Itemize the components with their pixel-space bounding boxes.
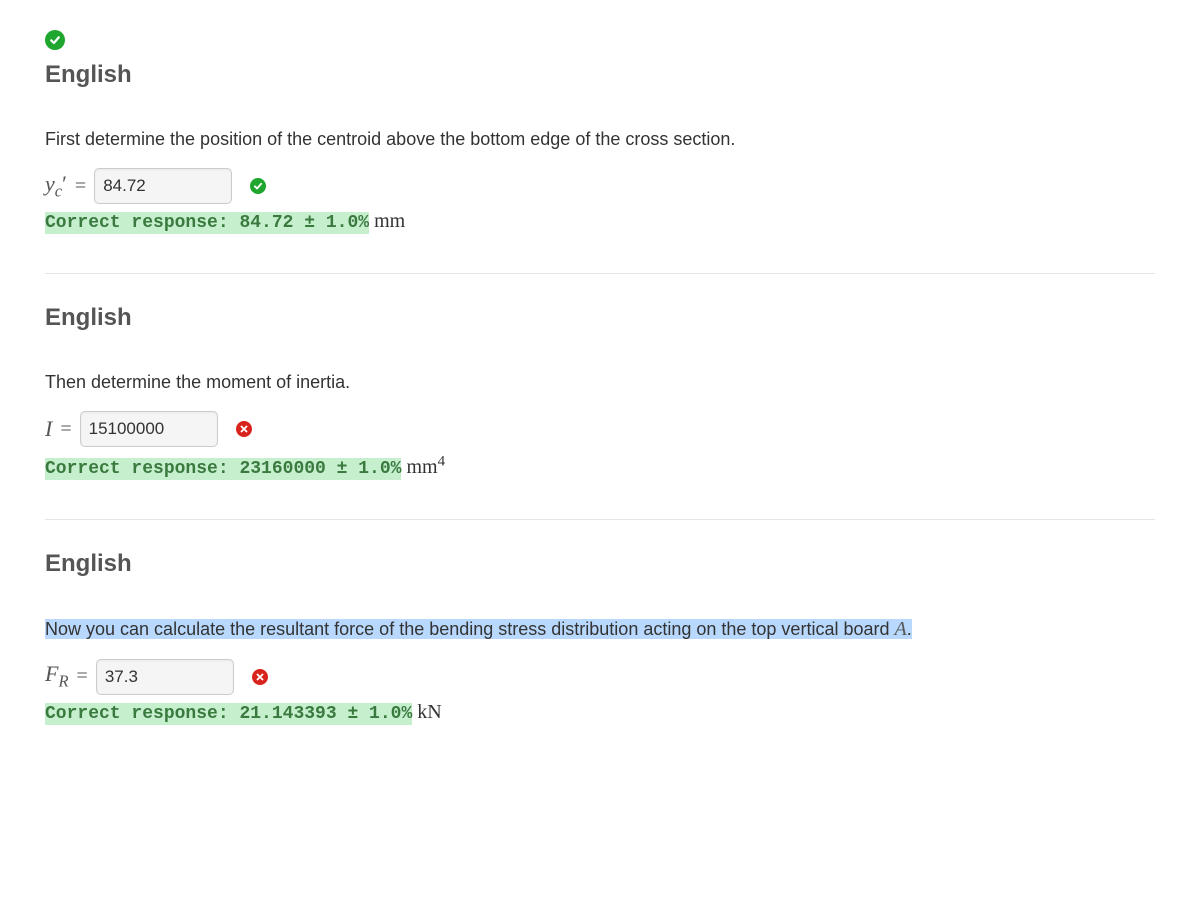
page-status (45, 30, 1155, 51)
question-prompt: Then determine the moment of inertia. (45, 372, 1155, 393)
check-icon (45, 30, 65, 50)
variable-symbol: yc′ (45, 171, 67, 201)
equals-sign: = (75, 175, 86, 198)
variable-symbol: FR (45, 661, 69, 691)
question-block: English First determine the position of t… (45, 61, 1155, 274)
answer-input[interactable] (80, 411, 218, 447)
equals-sign: = (60, 418, 71, 441)
question-block: English Then determine the moment of iner… (45, 304, 1155, 520)
cross-icon (236, 421, 252, 437)
equals-sign: = (77, 665, 88, 688)
question-prompt: First determine the position of the cent… (45, 129, 1155, 150)
unit-label: mm (369, 210, 405, 232)
correct-response: Correct response: 84.72 ± 1.0% mm (45, 210, 1155, 233)
language-heading: English (45, 304, 1155, 332)
answer-row: I= (45, 411, 1155, 447)
unit-label: kN (412, 701, 441, 723)
correct-response: Correct response: 21.143393 ± 1.0% kN (45, 701, 1155, 724)
answer-row: yc′ = (45, 168, 1155, 204)
question-prompt: Now you can calculate the resultant forc… (45, 618, 1155, 641)
question-block: English Now you can calculate the resulta… (45, 550, 1155, 764)
answer-row: FR = (45, 659, 1155, 695)
unit-label: mm4 (401, 456, 445, 478)
cross-icon (252, 669, 268, 685)
answer-input[interactable] (94, 168, 232, 204)
language-heading: English (45, 550, 1155, 578)
correct-response: Correct response: 23160000 ± 1.0% mm4 (45, 453, 1155, 479)
variable-symbol: I (45, 416, 52, 442)
language-heading: English (45, 61, 1155, 89)
check-icon (250, 178, 266, 194)
answer-input[interactable] (96, 659, 234, 695)
